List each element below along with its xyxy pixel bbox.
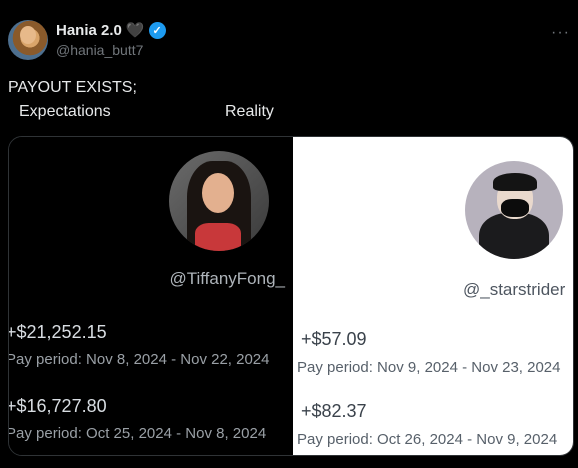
author-handle[interactable]: @hania_butt7 [56,42,143,58]
expectations-panel: @TiffanyFong_ +$21,252.15 Pay period: No… [9,137,293,455]
tweet-header: Hania 2.0 🖤 ✓ @hania_butt7 ··· [8,20,570,64]
reality-user-handle: @_starstrider [463,280,566,299]
payout-amount: +$82.37 [301,401,367,421]
verified-badge-icon[interactable]: ✓ [148,22,166,39]
expectations-user-handle: @TiffanyFong_ [169,269,285,288]
payout-amount: +$57.09 [301,329,367,349]
author-avatar[interactable] [8,20,48,60]
author-display-name[interactable]: Hania 2.0 [56,22,122,39]
pay-period: Pay period: Nov 8, 2024 - Nov 22, 2024 [8,351,270,368]
payout-amount: +$21,252.15 [8,322,107,342]
tweet-text: PAYOUT EXISTS; [8,79,137,96]
starstrider-profile-picture [465,161,563,259]
pay-period: Pay period: Nov 9, 2024 - Nov 23, 2024 [297,359,561,376]
pay-period: Pay period: Oct 25, 2024 - Nov 8, 2024 [8,425,267,442]
reality-panel: @_starstrider +$57.09 Pay period: Nov 9,… [293,137,573,455]
tweet-media-image[interactable]: @TiffanyFong_ +$21,252.15 Pay period: No… [8,136,574,456]
black-heart-icon: 🖤 [125,22,145,39]
author-name-row: Hania 2.0 🖤 ✓ [56,22,166,39]
pay-period: Pay period: Oct 26, 2024 - Nov 9, 2024 [297,431,558,448]
more-options-icon[interactable]: ··· [551,24,570,42]
tiffany-profile-picture [169,151,269,251]
payout-amount: +$16,727.80 [8,396,107,416]
reality-label: Reality [225,103,274,120]
expectations-label: Expectations [19,103,111,120]
